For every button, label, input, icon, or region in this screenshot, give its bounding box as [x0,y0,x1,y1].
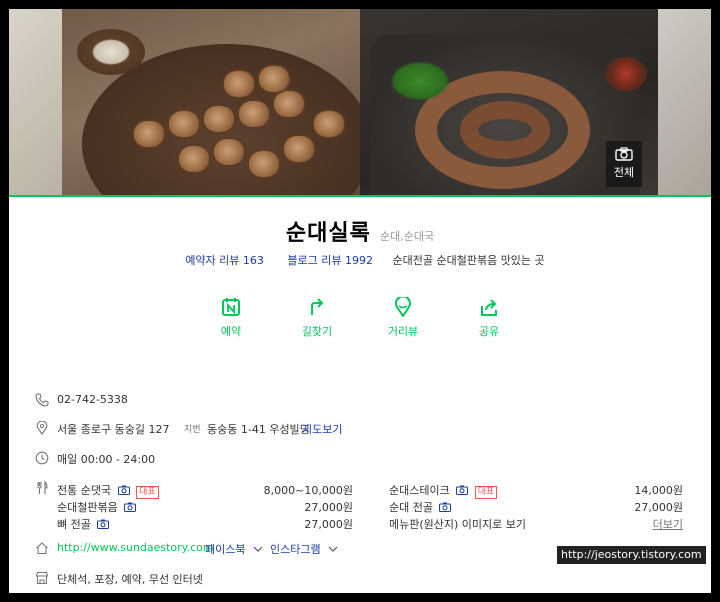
instagram-link[interactable]: 인스타그램 [270,541,338,557]
sundae-slice [312,109,346,139]
representative-badge: 대표 [136,486,159,499]
menu-item-name: 순대철판볶음 [57,501,118,514]
menu-item-price: 27,000원 [634,501,683,514]
photo-icon [456,485,469,495]
accent-divider [9,195,711,197]
amenities-text: 단체석, 포장, 예약, 무선 인터넷 [57,573,203,586]
review-row: 예약자 리뷰 163 블로그 리뷰 1992 순대전골 순대철판볶음 맛있는 곳 [9,252,711,268]
sausage-coil-inner-image [460,101,550,159]
directions-label: 길찾기 [301,325,333,338]
instagram-label: 인스타그램 [270,543,321,556]
menu-item-name: 뼈 전골 [57,518,91,531]
reservation-icon [222,298,240,316]
street-view-label: 거리뷰 [387,325,419,338]
sundae-slice [202,104,236,134]
watermark-label: http://jeostory.tistory.com [557,546,706,564]
clock-icon [35,451,49,465]
sundae-slice [212,137,246,167]
reserve-button[interactable]: 예약 [206,297,256,339]
homepage-row: http://www.sundaestory.com 페이스북 인스타그램 [35,539,435,557]
visitor-review-link[interactable]: 예약자 리뷰 163 [185,254,264,267]
photo-strip[interactable]: 전체 [9,9,711,195]
title-row: 순대실록 순대,순대국 [9,215,711,247]
photo-thumb-4[interactable] [658,9,711,195]
chevron-down-icon [253,546,263,552]
salt-bowl-image [77,29,145,75]
place-title: 순대실록 [285,221,371,246]
facebook-label: 페이스북 [205,543,246,556]
directions-button[interactable]: 길찾기 [292,297,342,339]
photo-icon [97,519,110,529]
camera-icon [615,147,633,161]
sundae-slice [167,109,201,139]
share-label: 공유 [478,325,500,338]
address-text: 서울 종로구 동숭길 127 [57,423,170,436]
place-category: 순대,순대국 [379,230,435,243]
menu-item-name: 순대스테이크 [389,484,450,497]
sundae-slice [247,149,281,179]
spice-bowl-image [605,57,647,91]
chevron-down-icon [328,546,338,552]
photo-sundae-plate[interactable] [62,9,360,195]
map-view-link[interactable]: 지도보기 [302,421,342,437]
share-button[interactable]: 공유 [464,297,514,339]
menu-item-price: 8,000~10,000원 [263,484,353,497]
menu-item[interactable]: 순대 전골 [389,499,452,515]
street-view-button[interactable]: 거리뷰 [378,297,428,339]
view-all-label: 전체 [613,166,635,179]
herb-garnish-image [390,61,450,101]
share-icon [481,299,497,316]
sundae-slice [132,119,166,149]
sundae-slice [237,99,271,129]
menu-item-price: 27,000원 [304,501,353,514]
sundae-slice [222,69,256,99]
street-view-icon [395,297,411,317]
location-pin-icon [36,421,48,435]
place-panel: 전체 순대실록 순대,순대국 예약자 리뷰 163 블로그 리뷰 1992 순대… [9,9,711,593]
jibun-label: 지번 [184,425,201,435]
fork-knife-icon [37,481,48,494]
directions-icon [311,298,324,315]
photo-icon [117,485,130,495]
sundae-slice [257,64,291,94]
address-row: 서울 종로구 동숭길 127 지번 동숭동 1-41 우성빌딩 지도보기 [35,419,695,437]
representative-badge: 대표 [474,486,498,499]
sundae-slice [282,134,316,164]
menu-item[interactable]: 순대스테이크 대표 [389,482,498,499]
photo-icon [439,502,452,512]
reserve-label: 예약 [220,325,242,338]
store-icon [35,571,49,585]
home-icon [36,542,48,555]
phone-icon [35,393,49,407]
jibun-address: 동숭동 1-41 우성빌딩 [207,423,310,436]
place-description: 순대전골 순대철판볶음 맛있는 곳 [392,254,545,267]
phone-number[interactable]: 02-742-5338 [57,393,128,406]
more-menu-link[interactable]: 더보기 [619,516,683,532]
view-all-photos-button[interactable]: 전체 [606,141,642,187]
sundae-slice [177,144,211,174]
photo-thumb-1[interactable] [9,9,62,195]
menu-item-name: 순대 전골 [389,501,433,514]
photo-icon [124,502,137,512]
menu-item[interactable]: 순대철판볶음 [57,499,137,515]
menu-item-price: 27,000원 [304,518,353,531]
homepage-link[interactable]: http://www.sundaestory.com [57,541,214,554]
business-hours: 매일 00:00 - 24:00 [57,453,156,466]
menu-item-name: 전통 순댓국 [57,484,112,497]
facebook-link[interactable]: 페이스북 [205,541,263,557]
blog-review-link[interactable]: 블로그 리뷰 1992 [287,254,373,267]
menu-board-image-link[interactable]: 메뉴판(원산지) 이미지로 보기 [389,516,526,532]
menu-item-price: 14,000원 [634,484,683,497]
menu-item[interactable]: 뼈 전골 [57,516,110,532]
menu-item[interactable]: 전통 순댓국 대표 [57,482,159,499]
